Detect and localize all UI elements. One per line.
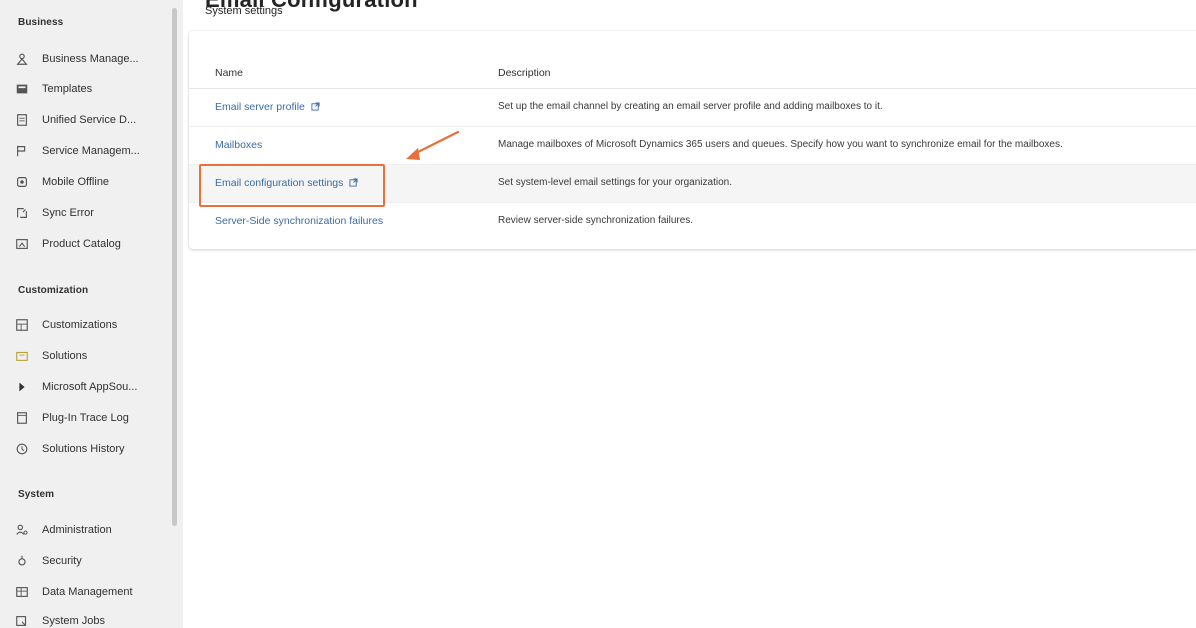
sidebar-item-sync-error[interactable]: Sync Error [14, 202, 164, 224]
sidebar-item-mobile-offline[interactable]: Mobile Offline [14, 171, 164, 193]
server-side-sync-failures-link[interactable]: Server-Side synchronization failures [215, 215, 383, 227]
unified-service-icon [14, 112, 30, 128]
sidebar-item-unified-service[interactable]: Unified Service D... [14, 109, 164, 131]
sidebar-item-security[interactable]: Security [14, 550, 164, 572]
sidebar-item-label: Solutions [42, 350, 88, 362]
sidebar-item-label: Unified Service D... [42, 114, 137, 126]
sidebar-item-label: Microsoft AppSou... [42, 381, 138, 393]
sync-error-icon [14, 205, 30, 221]
administration-icon [14, 522, 30, 538]
sidebar-item-label: Templates [42, 83, 93, 95]
service-management-icon [14, 143, 30, 159]
row-name-text: Mailboxes [215, 139, 263, 151]
product-catalog-icon [14, 236, 30, 252]
table-row: Email server profile Set up the email ch… [189, 89, 1196, 127]
data-management-icon [14, 584, 30, 600]
sidebar-item-label: Data Management [42, 586, 133, 598]
sidebar-item-label: Administration [42, 524, 112, 536]
sidebar-item-label: Service Managem... [42, 145, 140, 157]
email-server-profile-link[interactable]: Email server profile [215, 101, 321, 113]
row-name-text: Server-Side synchronization failures [215, 215, 384, 227]
annotation-arrow-icon [406, 130, 460, 160]
sidebar-item-label: System Jobs [42, 615, 105, 627]
sidebar-item-solutions[interactable]: Solutions [14, 345, 164, 367]
customizations-icon [14, 317, 30, 333]
sidebar-item-data-management[interactable]: Data Management [14, 581, 164, 603]
highlight-annotation-box [199, 164, 385, 207]
system-jobs-icon [14, 613, 30, 628]
nav-section-customization: Customization [18, 285, 89, 296]
sidebar-item-solutions-history[interactable]: Solutions History [14, 438, 164, 460]
sidebar-item-customizations[interactable]: Customizations [14, 314, 164, 336]
column-header-name[interactable]: Name [215, 67, 243, 79]
row-description: Review server-side synchronization failu… [498, 215, 694, 226]
sidebar-item-service-management[interactable]: Service Managem... [14, 140, 164, 162]
nav-section-business: Business [18, 17, 64, 28]
sidebar-item-business-management[interactable]: Business Manage... [14, 48, 164, 70]
sidebar-item-label: Security [42, 555, 82, 567]
table-row: Server-Side synchronization failures Rev… [189, 203, 1196, 241]
solutions-icon [14, 348, 30, 364]
sidebar-item-templates[interactable]: Templates [14, 78, 164, 100]
sidebar-item-plugin-trace-log[interactable]: Plug-In Trace Log [14, 407, 164, 429]
mailboxes-link[interactable]: Mailboxes [215, 139, 262, 151]
table-header: Name Description [189, 31, 1196, 89]
row-description: Manage mailboxes of Microsoft Dynamics 3… [498, 139, 1063, 150]
sidebar-scrollbar[interactable] [172, 8, 177, 526]
column-header-description[interactable]: Description [498, 67, 551, 79]
main-content: Email Configuration System settings Name… [183, 0, 1196, 628]
security-icon [14, 553, 30, 569]
open-in-new-icon [311, 102, 321, 112]
row-name-text: Email server profile [215, 101, 305, 113]
sidebar-item-administration[interactable]: Administration [14, 519, 164, 541]
settings-table-card: Name Description Email server profile Se… [189, 31, 1196, 249]
row-description: Set up the email channel by creating an … [498, 101, 883, 112]
mobile-offline-icon [14, 174, 30, 190]
sidebar-item-label: Mobile Offline [42, 176, 110, 188]
sidebar-item-label: Product Catalog [42, 238, 121, 250]
appsource-icon [14, 379, 30, 395]
table-row: Mailboxes Manage mailboxes of Microsoft … [189, 127, 1196, 165]
sidebar-item-product-catalog[interactable]: Product Catalog [14, 233, 164, 255]
sidebar-item-label: Sync Error [42, 207, 94, 219]
sidebar-item-label: Customizations [42, 319, 118, 331]
nav-section-system: System [18, 489, 55, 500]
sidebar-item-label: Solutions History [42, 443, 125, 455]
left-navigation-sidebar: Business Business Manage... Templates Un… [0, 0, 183, 628]
business-management-icon [14, 51, 30, 67]
templates-icon [14, 81, 30, 97]
page-subtitle: System settings [205, 5, 283, 17]
solutions-history-icon [14, 441, 30, 457]
plugin-trace-log-icon [14, 410, 30, 426]
row-description: Set system-level email settings for your… [498, 177, 732, 188]
sidebar-item-appsource[interactable]: Microsoft AppSou... [14, 376, 164, 398]
sidebar-item-label: Plug-In Trace Log [42, 412, 129, 424]
sidebar-item-label: Business Manage... [42, 53, 139, 65]
sidebar-item-system-jobs[interactable]: System Jobs [14, 610, 164, 628]
